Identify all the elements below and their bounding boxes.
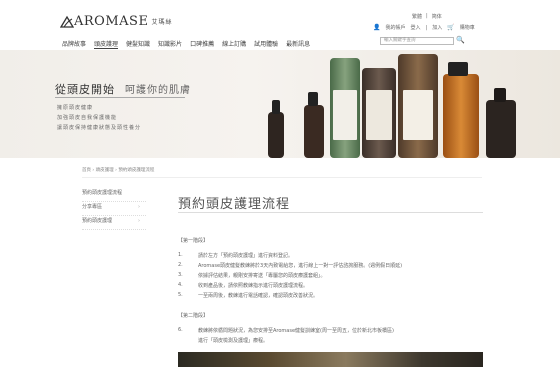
lang-simplified[interactable]: 简体: [432, 13, 442, 20]
nav-brand-story[interactable]: 品牌故事: [62, 39, 86, 49]
sidebar-item-label: 預約頭皮護理: [82, 218, 113, 224]
sidebar-item-label: 分享專區: [82, 204, 103, 210]
nav-videos[interactable]: 知識影片: [158, 39, 182, 49]
bottle-5-label: [403, 90, 433, 140]
bottle-6: [443, 74, 479, 158]
section-1-heading: 【第一階段】: [178, 238, 209, 244]
banner-line-3: 讓頭皮保持健康狀態及頭性養分: [57, 125, 142, 131]
banner-title-main: 從頭皮開始: [55, 83, 115, 96]
bottle-6-cap: [448, 62, 468, 76]
breadcrumb-divider: [82, 177, 482, 178]
step-item: 1. 請於左方「預約頭皮護理」進行資料登記。: [178, 252, 294, 259]
user-icon: 👤: [373, 24, 381, 31]
cart-link[interactable]: 購物車: [460, 24, 475, 31]
brand-name: AROMASE: [74, 14, 149, 29]
chevron-right-icon: ›: [138, 204, 140, 210]
lang-traditional[interactable]: 繁體: [412, 13, 422, 20]
title-divider: [178, 212, 483, 213]
step-item: 3. 依據評估結果，親剛安排寄送「專屬您的頭皮療護套組」。: [178, 272, 326, 279]
bottle-3-label: [333, 90, 357, 140]
sidebar-item-label: 預約頭皮護理流程: [82, 190, 123, 196]
step-item: 6. 教練將依循問題狀況，為您安排至Aromase健髮訓練室(周一至周五，位於新北…: [178, 327, 394, 334]
section-2-heading: 【第二階段】: [178, 313, 209, 319]
language-switcher: 繁體 | 简体: [412, 13, 442, 20]
divider: |: [425, 24, 428, 31]
brand-logo[interactable]: AROMASE 艾瑪絲: [60, 14, 172, 29]
nav-order[interactable]: 線上訂購: [222, 39, 246, 49]
banner-title-light: 呵護你的肌膚: [125, 85, 191, 96]
banner-divider: [55, 97, 185, 98]
nav-hair-knowledge[interactable]: 健髮知識: [126, 39, 150, 49]
search-input[interactable]: 輸入關鍵字查詢: [380, 37, 454, 45]
logo-leaf-icon: [60, 15, 74, 28]
breadcrumb[interactable]: 首頁 › 頭皮護理 › 預約頭皮護理流程: [82, 167, 154, 173]
banner-line-2: 加強頭皮自我保護機能: [57, 115, 118, 121]
join-link[interactable]: 加入: [432, 24, 442, 31]
bottle-7: [486, 100, 516, 158]
bottle-7-cap: [494, 88, 506, 102]
site-header: AROMASE 艾瑪絲 繁體 | 简体 👤 我的帳戶 登入 | 加入 🛒 購物車…: [0, 0, 560, 50]
clinic-photo: [178, 352, 483, 367]
brand-sub: 艾瑪絲: [151, 19, 173, 26]
login-link[interactable]: 登入: [411, 24, 421, 31]
lang-divider: |: [426, 13, 428, 19]
sidebar-item-booking-process[interactable]: 預約頭皮護理流程: [82, 188, 146, 202]
step-item: 進行「頭皮檢測及護理」療程。: [198, 338, 269, 344]
step-item: 5. 一至兩周後，教練進行電話確認，確認頭皮改善狀況。: [178, 292, 319, 299]
sidebar: 預約頭皮護理流程 分享專區 › 預約頭皮護理 ›: [82, 188, 146, 230]
account-link[interactable]: 我的帳戶: [385, 24, 405, 31]
chevron-right-icon: ›: [138, 218, 140, 224]
step-item: 4. 收到產品後，請依照教練指示進行頭皮護理流程。: [178, 282, 309, 289]
bottle-1-cap: [272, 100, 280, 114]
bottle-4-label: [366, 90, 392, 140]
bottle-2-cap: [308, 92, 318, 106]
sidebar-item-share[interactable]: 分享專區 ›: [82, 202, 146, 216]
hero-banner: 從頭皮開始 呵護你的肌膚 擁原頭皮健康 加強頭皮自我保護機能 讓頭皮保持健康狀態及…: [0, 50, 560, 158]
main-nav: 品牌故事 頭皮護理 健髮知識 知識影片 口碑推薦 線上訂購 試用體驗 最新訊息: [62, 39, 310, 49]
bottle-1: [268, 112, 284, 158]
banner-line-1: 擁原頭皮健康: [57, 105, 94, 111]
utility-links: 👤 我的帳戶 登入 | 加入 🛒 購物車: [373, 24, 475, 31]
nav-news[interactable]: 最新訊息: [286, 39, 310, 49]
banner-title: 從頭皮開始 呵護你的肌膚: [55, 81, 191, 97]
nav-trial[interactable]: 試用體驗: [254, 39, 278, 49]
cart-icon: 🛒: [447, 24, 455, 31]
search-icon[interactable]: 🔍: [456, 36, 465, 44]
page-title: 預約頭皮護理流程: [178, 197, 291, 212]
sidebar-item-booking[interactable]: 預約頭皮護理 ›: [82, 216, 146, 230]
nav-scalp-care[interactable]: 頭皮護理: [94, 39, 119, 49]
nav-testimonials[interactable]: 口碑推薦: [190, 39, 214, 49]
bottle-2: [304, 105, 324, 158]
step-item: 2. Aromase頭皮健髮教練將於3天內致電給您，進行線上一對一評估諮詢服務。(…: [178, 262, 403, 269]
